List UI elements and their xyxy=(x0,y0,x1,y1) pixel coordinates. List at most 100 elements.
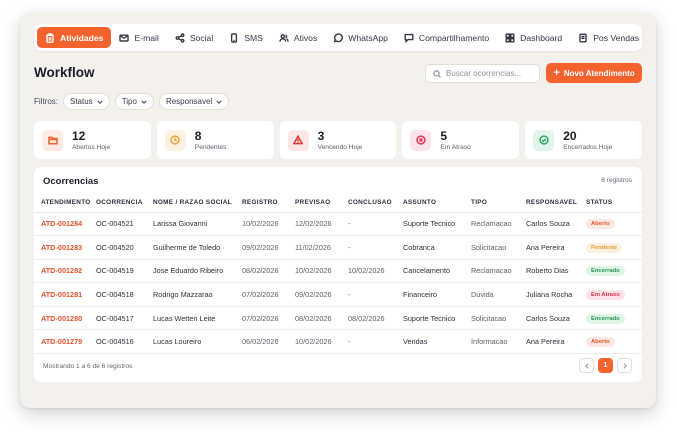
nav-tab-label: Compartilhamento xyxy=(418,32,490,43)
table-cell: - xyxy=(348,212,403,237)
table-row[interactable]: ATD-001283 OC-004520 Guilherme de Toledo 09… xyxy=(34,235,642,260)
table-cell: 10/02/2026 xyxy=(242,212,295,237)
next-page-button[interactable] xyxy=(617,358,632,373)
table-cell: Vendas xyxy=(403,329,471,355)
mail-icon xyxy=(119,34,130,42)
table-title: Ocorrencias xyxy=(43,176,99,187)
table-cell: Informacao xyxy=(471,329,526,355)
stat-value: 20 xyxy=(563,128,577,143)
table-cell: OC-004520 xyxy=(96,235,153,260)
table-cell: Financeiro xyxy=(403,282,471,307)
filter-tipo[interactable]: Tipo xyxy=(114,93,154,110)
table-row[interactable]: ATD-001281 OC-004518 Rodrigo Mazzarao 07/02… xyxy=(34,282,642,307)
filter-bar: Filtros: Status Tipo Responsavel xyxy=(34,93,230,110)
stat-label: Pendentes xyxy=(194,143,227,151)
nav-tab-whatsapp[interactable]: WhatsApp xyxy=(325,27,396,48)
table-cell: Jose Eduardo Ribeiro xyxy=(153,259,242,284)
status-cell: Pendente xyxy=(586,235,642,260)
atendimento-link[interactable]: ATD-001280 xyxy=(34,306,96,331)
table-cell: Juliana Rocha xyxy=(526,282,586,307)
table-row[interactable]: ATD-001282 OC-004519 Jose Eduardo Ribeiro 0… xyxy=(34,259,642,284)
grid-icon xyxy=(505,33,515,42)
page-button[interactable]: 1 xyxy=(598,358,613,373)
table-header-row: ATENDIMENTO OCORRENCIA NOME / RAZAO SOCIAL… xyxy=(34,193,642,213)
atendimento-link[interactable]: ATD-001283 xyxy=(34,235,96,260)
nav-tab-label: Atividades xyxy=(60,32,104,43)
search-box[interactable] xyxy=(425,64,540,83)
status-cell: Encerrado xyxy=(586,259,642,284)
atendimento-link[interactable]: ATD-001284 xyxy=(34,212,96,237)
stat-icon-box xyxy=(287,129,309,151)
status-badge: Pendente xyxy=(586,242,623,253)
table-cell: Ana Pereira xyxy=(526,329,586,355)
status-badge: Em Atraso xyxy=(586,290,625,301)
stat-card-pendentes: 8 Pendentes xyxy=(156,121,274,159)
clock-icon xyxy=(170,135,180,145)
nav-tab-compartilhamento[interactable]: Compartilhamento xyxy=(396,27,497,48)
pagination: 1 xyxy=(579,358,632,373)
table-count: 6 registros xyxy=(601,177,632,184)
nav-tab-ativos[interactable]: Ativos xyxy=(271,27,325,48)
stat-card-em-atraso: 5 Em Atraso xyxy=(402,121,520,159)
table-row[interactable]: ATD-001280 OC-004517 Lucas Wetten Leite 07/… xyxy=(34,306,642,331)
table-cell: 07/02/2026 xyxy=(242,282,295,307)
filter-status[interactable]: Status xyxy=(63,93,110,110)
nav-tab-social[interactable]: Social xyxy=(167,27,221,48)
folder-icon xyxy=(47,136,58,145)
phone-icon xyxy=(231,32,238,43)
x-circle-icon xyxy=(416,135,426,145)
table-cell: Carlos Souza xyxy=(526,212,586,237)
atendimento-link[interactable]: ATD-001282 xyxy=(34,259,96,284)
table-cell: 10/02/2026 xyxy=(348,259,403,284)
share-icon xyxy=(175,32,185,43)
users-icon xyxy=(279,33,289,42)
table-cell: Solicitacao xyxy=(471,306,526,331)
stat-icon-box xyxy=(533,129,555,151)
ocorrencias-table: ATENDIMENTO OCORRENCIA NOME / RAZAO SOCIAL… xyxy=(34,193,642,355)
search-input[interactable] xyxy=(446,69,538,78)
chevron-down-icon xyxy=(97,99,103,104)
table-cell: 08/02/2026 xyxy=(348,306,403,331)
stat-label: Abertos Hoje xyxy=(72,143,111,151)
status-badge: Encerrado xyxy=(586,313,625,324)
top-nav: Atividades E-mail Social SMS Ativos WhatsApp C… xyxy=(34,24,642,51)
nav-tab-e-mail[interactable]: E-mail xyxy=(111,27,166,48)
atendimento-link[interactable]: ATD-001281 xyxy=(34,282,96,307)
plus-icon: + xyxy=(553,67,560,79)
table-cell: - xyxy=(348,235,403,260)
filter-responsavel[interactable]: Responsavel xyxy=(158,93,230,110)
table-cell: - xyxy=(348,329,403,355)
nav-tab-dashboard[interactable]: Dashboard xyxy=(497,27,570,48)
table-cell: Ana Pereira xyxy=(526,235,586,260)
stat-card-abertos-hoje: 12 Abertos Hoje xyxy=(34,121,151,159)
table-cell: - xyxy=(348,282,403,307)
stat-label: Em Atraso xyxy=(440,143,471,151)
prev-page-button[interactable] xyxy=(579,358,594,373)
column-header: OCORRENCIA xyxy=(96,193,153,213)
table-cell: Roberto Dias xyxy=(526,259,586,284)
chevron-down-icon xyxy=(141,99,147,104)
table-cell: OC-004517 xyxy=(96,306,153,331)
table-row[interactable]: ATD-001284 OC-004521 Larissa Giovanni 10/02… xyxy=(34,212,642,237)
table-cell: Duvida xyxy=(471,282,526,307)
nav-tab-atividades[interactable]: Atividades xyxy=(37,27,112,48)
nav-tab-label: WhatsApp xyxy=(348,32,388,43)
table-row[interactable]: ATD-001279 OC-004516 Lucas Loureiro 06/02/2… xyxy=(34,329,642,355)
table-cell: Larissa Giovanni xyxy=(153,212,242,237)
new-atendimento-button[interactable]: + Novo Atendimento xyxy=(546,63,642,83)
receipt-icon xyxy=(579,33,587,42)
table-cell: 08/02/2026 xyxy=(295,306,348,331)
table-cell: Reclamacao xyxy=(471,212,526,237)
column-header: ATENDIMENTO xyxy=(34,193,96,213)
atendimento-link[interactable]: ATD-001279 xyxy=(34,329,96,355)
column-header: PREVISAO xyxy=(295,193,348,213)
nav-tab-sms[interactable]: SMS xyxy=(221,27,271,48)
page-title: Workflow xyxy=(34,65,95,80)
app-window: Atividades E-mail Social SMS Ativos WhatsApp C… xyxy=(20,13,656,408)
nav-tab-label: Ativos xyxy=(293,32,318,43)
nav-tab-label: Dashboard xyxy=(520,32,563,43)
table-cell: OC-004516 xyxy=(96,329,153,355)
ocorrencias-card: Ocorrencias 6 registros ATENDIMENTO OCORR… xyxy=(34,167,642,382)
nav-tab-pos-vendas[interactable]: Pos Vendas xyxy=(570,27,647,48)
check-circle-icon xyxy=(539,135,549,145)
